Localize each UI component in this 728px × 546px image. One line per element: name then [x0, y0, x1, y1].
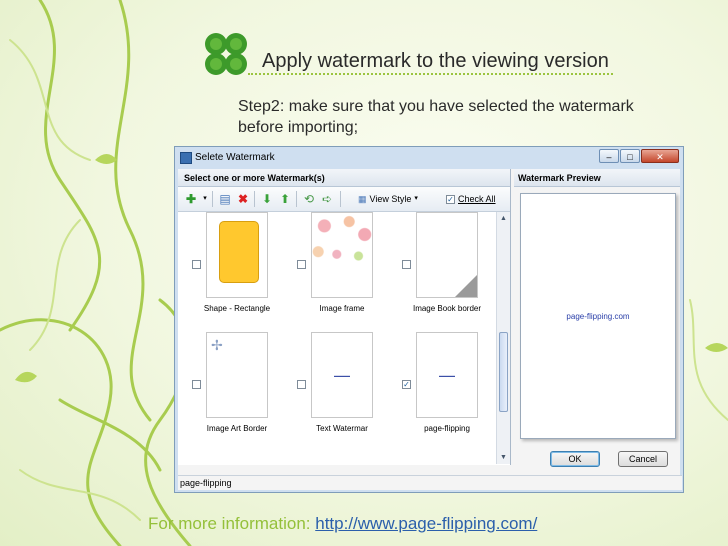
export-icon[interactable]: ➪: [320, 192, 334, 206]
move-down-icon[interactable]: ⬇: [260, 192, 274, 206]
status-bar: page-flipping: [178, 475, 682, 490]
title-underline: [248, 73, 613, 75]
dialog-title-bar[interactable]: Selete Watermark – □ ✕: [175, 147, 683, 169]
watermark-toolbar: ✚ ▾ ▤ ✖ ⬇ ⬆ ⟲ ➪ ▦ View Style ▾ ✓ Check A…: [178, 187, 510, 212]
move-up-icon[interactable]: ⬆: [278, 192, 292, 206]
tiny-text-icon: ▬▬▬▬: [334, 373, 350, 378]
item-label: Image Art Border: [206, 424, 268, 433]
item-label: page-flipping: [424, 424, 470, 433]
preview-watermark-text: page-flipping.com: [566, 312, 630, 321]
dialog-client-area: Select one or more Watermark(s) ✚ ▾ ▤ ✖ …: [178, 169, 682, 490]
watermark-item-page-flipping[interactable]: ✓ ▬▬▬▬ page-flipping: [388, 332, 488, 452]
watermark-item-image-book-border[interactable]: Image Book border: [388, 212, 488, 332]
footer-link[interactable]: http://www.page-flipping.com/: [315, 514, 537, 533]
step-instruction: Step2: make sure that you have selected …: [238, 98, 634, 136]
view-style-dropdown[interactable]: ▦ View Style ▾: [358, 191, 418, 207]
watermark-list-pane: Select one or more Watermark(s) ✚ ▾ ▤ ✖ …: [178, 169, 511, 465]
preview-header: Watermark Preview: [514, 169, 680, 187]
toolbar-separator: [254, 191, 255, 207]
page-curl-icon: [455, 275, 477, 297]
view-style-label: View Style: [369, 194, 412, 204]
preview-page: page-flipping.com: [520, 193, 676, 439]
app-icon: [180, 152, 192, 164]
floral-frame-icon: [312, 213, 372, 297]
rectangle-shape-icon: [219, 221, 259, 283]
item-label: Image Book border: [412, 304, 482, 313]
watermark-item-shape-rectangle[interactable]: Shape - Rectangle: [178, 212, 278, 332]
watermark-item-image-art-border[interactable]: ✢ Image Art Border: [178, 332, 278, 452]
check-all-checkbox[interactable]: ✓: [446, 194, 455, 204]
item-checkbox[interactable]: [297, 380, 306, 389]
vertical-scrollbar[interactable]: ▲ ▼: [496, 212, 510, 464]
maximize-button[interactable]: □: [620, 149, 640, 163]
item-checkbox[interactable]: [402, 260, 411, 269]
edit-icon[interactable]: ▤: [218, 192, 232, 206]
tiny-text-icon: ▬▬▬▬: [439, 373, 455, 378]
list-header: Select one or more Watermark(s): [178, 169, 510, 187]
item-thumbnail: [206, 212, 268, 298]
cancel-button[interactable]: Cancel: [618, 451, 668, 467]
item-checkbox[interactable]: [192, 260, 201, 269]
window-controls: – □ ✕: [599, 149, 679, 163]
item-label: Text Watermar: [316, 424, 368, 433]
clover-icon: [205, 33, 247, 75]
check-all-label: Check All: [458, 194, 496, 204]
toolbar-separator: [212, 191, 213, 207]
watermark-preview-pane: Watermark Preview page-flipping.com: [514, 169, 680, 465]
footer-label: For more information:: [148, 514, 316, 533]
view-style-icon: ▦: [358, 194, 367, 204]
check-all-toggle[interactable]: ✓ Check All: [446, 191, 496, 207]
watermark-item-image-frame[interactable]: Image frame: [283, 212, 383, 332]
slide-title: Apply watermark to the viewing version: [262, 50, 609, 72]
select-watermark-dialog: Selete Watermark – □ ✕ Select one or mor…: [174, 146, 684, 493]
close-button[interactable]: ✕: [641, 149, 679, 163]
delete-icon[interactable]: ✖: [236, 192, 250, 206]
scroll-down-arrow-icon[interactable]: ▼: [498, 452, 509, 463]
toolbar-separator: [340, 191, 341, 207]
item-checkbox[interactable]: [192, 380, 201, 389]
scrollbar-thumb[interactable]: [499, 332, 508, 412]
add-icon[interactable]: ✚: [184, 192, 198, 206]
dragonfly-icon: ✢: [211, 337, 223, 353]
import-icon[interactable]: ⟲: [302, 192, 316, 206]
item-thumbnail: ▬▬▬▬: [311, 332, 373, 418]
minimize-button[interactable]: –: [599, 149, 619, 163]
add-dropdown-icon[interactable]: ▾: [198, 192, 212, 206]
ok-button[interactable]: OK: [550, 451, 600, 467]
item-checkbox[interactable]: [297, 260, 306, 269]
scroll-up-arrow-icon[interactable]: ▲: [498, 213, 509, 224]
item-thumbnail: [311, 212, 373, 298]
item-thumbnail: [416, 212, 478, 298]
slide-title-area: Apply watermark to the viewing version: [198, 22, 668, 82]
item-label: Image frame: [319, 304, 365, 313]
item-checkbox-checked[interactable]: ✓: [402, 380, 411, 389]
toolbar-separator: [296, 191, 297, 207]
item-thumbnail: ▬▬▬▬: [416, 332, 478, 418]
item-thumbnail: ✢: [206, 332, 268, 418]
watermark-grid: Shape - Rectangle Image frame Image Book…: [178, 212, 496, 464]
footer-info: For more information: http://www.page-fl…: [148, 514, 537, 534]
dialog-title: Selete Watermark: [195, 152, 275, 163]
chevron-down-icon: ▾: [414, 195, 418, 202]
watermark-item-text-watermark[interactable]: ▬▬▬▬ Text Watermar: [283, 332, 383, 452]
item-label: Shape - Rectangle: [203, 304, 271, 313]
